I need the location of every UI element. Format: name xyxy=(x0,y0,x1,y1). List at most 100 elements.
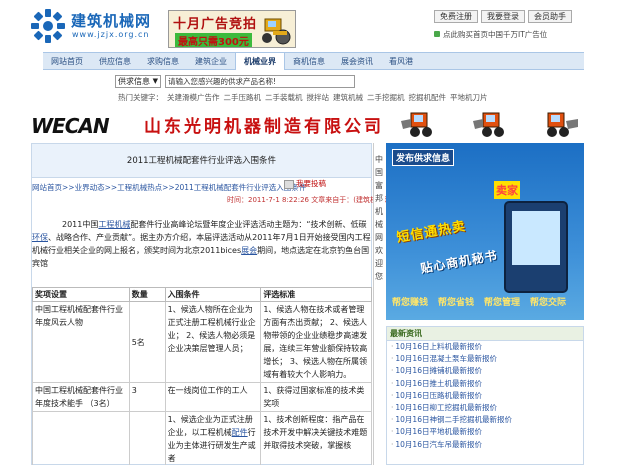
news-item[interactable]: · 10月16日摊铺机最新报价 xyxy=(387,365,583,377)
article-meta: 时间：2011-7-1 8:22:26 文章来自于：(建筑机械网) xyxy=(227,196,394,204)
hot-keywords: 热门关键字： 关建滑模广告作 二手压路机 二手装载机 搅拌站 建筑机械 二手挖掘机 挖掘机配件… xyxy=(118,92,492,103)
site-logo-icon[interactable] xyxy=(31,9,65,43)
article-body: 2011中国工程机械配套件行业高峰论坛暨年度企业评选活动主题为：“技术创新、低碳… xyxy=(32,218,372,270)
latest-news-panel: 最新资讯 · 10月16日上料机最新报价 · 10月16日混凝土泵车最新报价 · 10… xyxy=(386,326,584,465)
hotword-link[interactable]: 平地机刀片 xyxy=(450,93,488,102)
submit-article-label: 我要投稿 xyxy=(296,179,326,188)
news-item[interactable]: · 10月16日上料机最新报价 xyxy=(387,341,583,353)
benefit-text: 帮您管理 xyxy=(484,298,521,308)
ad-slogan: 短信通热卖 xyxy=(395,219,468,246)
company-name: 山东光明机器制造有限公司 xyxy=(144,117,384,137)
sms-promo-ad[interactable]: 发布供求信息 卖家 短信通热卖 贴心商机秘书 帮您赚钱 帮您省钱 帮您管理 帮您交际 xyxy=(386,143,584,320)
mobile-phone-icon xyxy=(504,201,568,293)
news-list: · 10月16日上料机最新报价 · 10月16日混凝土泵车最新报价 · 10月16日摊… xyxy=(387,341,583,451)
ad-subline: 最高只需300元 xyxy=(175,33,252,47)
search-category-value: 供求信息 xyxy=(118,77,150,86)
news-item-label: 10月16日压路机最新报价 xyxy=(395,390,482,400)
article-panel: 2011工程机械配套件行业评选入围条件 网站首页>>业界动态>>工程机械热点>>… xyxy=(31,143,394,465)
news-item[interactable]: · 10月16日平地机最新报价 xyxy=(387,426,583,438)
skid-loader-icon xyxy=(473,112,504,137)
login-button[interactable]: 我要登录 xyxy=(481,10,525,23)
hotword-link[interactable]: 二手挖掘机 xyxy=(367,93,405,102)
condition-cell: 1、候选企业为正式注册企业，以工程机械配件行业为主体进行研发生产或者 xyxy=(164,411,262,465)
hotword-link[interactable]: 关建滑模广告作 xyxy=(167,93,220,102)
breadcrumb[interactable]: 网站首页>>业界动态>>工程机械热点>>2011工程机械配套件行业评选入围条件 xyxy=(32,182,306,193)
bullet-icon: · xyxy=(391,427,394,437)
award-cell: 中国工程机械配套件行业年度风云人物 xyxy=(32,301,130,383)
news-item-label: 10月16日混凝土泵车最新报价 xyxy=(395,354,497,364)
hotword-link[interactable]: 建筑机械 xyxy=(333,93,363,102)
table-row: 中国工程机械配套件行业年度技术能手 （3名） 3 在一线岗位工作的工人 1、获得… xyxy=(32,382,372,412)
column-header: 评选标准 xyxy=(260,287,372,302)
news-item-label: 10月16日上料机最新报价 xyxy=(395,342,482,351)
promo-bullet-icon xyxy=(434,31,440,37)
company-ad-banner[interactable]: WECAN 山东光明机器制造有限公司 xyxy=(31,106,584,142)
keyword-link[interactable]: 展会 xyxy=(241,246,257,255)
nav-item-home[interactable]: 网站首页 xyxy=(43,53,91,70)
count-cell: 5名 xyxy=(128,301,166,383)
site-title[interactable]: 建筑机械网 xyxy=(71,10,151,31)
body-text: 配套件行业高峰论坛暨年度企业评选活动主题为：“技术创新、低碳 xyxy=(130,220,367,229)
road-roller-icon xyxy=(262,18,291,45)
nav-item-purchase[interactable]: 求购信息 xyxy=(139,53,187,70)
news-item[interactable]: · 10月16日柳工挖掘机最新报价 xyxy=(387,402,583,414)
site-url: www.jzjx.org.cn xyxy=(72,30,150,39)
hotword-link[interactable]: 二手压路机 xyxy=(224,93,262,102)
news-item-label: 10月16日推土机最新报价 xyxy=(395,378,482,388)
hotword-link[interactable]: 搅拌站 xyxy=(307,93,330,102)
member-assistant-button[interactable]: 会员助手 xyxy=(528,10,572,23)
hotwords-label: 热门关键字： xyxy=(118,93,163,102)
submit-icon xyxy=(284,179,294,189)
site-header: 建筑机械网 www.jzjx.org.cn 十月广告竞拍 最高只需300元 免费… xyxy=(0,0,640,52)
nav-item-industry[interactable]: 机械业界 xyxy=(235,53,285,70)
bullet-icon: · xyxy=(391,415,394,425)
account-buttons: 免费注册 我要登录 会员助手 xyxy=(434,10,575,23)
standard-cell: 1、获得过国家标准的技术类奖项 xyxy=(260,382,372,412)
standard-cell: 1、技术创新程度：指产品在技术开发中解决关键技术难题并取得技术突破，掌握核 xyxy=(260,411,372,465)
search-category-select[interactable]: 供求信息 ▼ xyxy=(115,75,161,88)
promo-text: 点此购买首页中国千万IT广告位 xyxy=(443,30,548,39)
seller-badge: 卖家 xyxy=(494,181,520,199)
keyword-link[interactable]: 配件 xyxy=(232,428,248,437)
news-item[interactable]: · 10月16日压路机最新报价 xyxy=(387,390,583,402)
news-item[interactable]: · 10月16日汽车吊最新报价 xyxy=(387,439,583,451)
skid-loader-icon xyxy=(401,112,432,137)
column-header: 奖项设置 xyxy=(32,287,130,302)
chevron-down-icon: ▼ xyxy=(152,77,158,85)
bullet-icon: · xyxy=(391,378,394,388)
nav-item-companies[interactable]: 建筑企业 xyxy=(187,53,235,70)
register-button[interactable]: 免费注册 xyxy=(434,10,478,23)
publish-info-badge: 发布供求信息 xyxy=(392,149,455,166)
nav-item-exhibitions[interactable]: 展会资讯 xyxy=(333,53,381,70)
count-cell: 3 xyxy=(128,382,166,412)
news-item-label: 10月16日平地机最新报价 xyxy=(395,427,482,437)
ad-slot-promo-link[interactable]: 点此购买首页中国千万IT广告位 xyxy=(434,29,547,40)
nav-item-business[interactable]: 商机信息 xyxy=(285,53,333,70)
hotword-link[interactable]: 二手装载机 xyxy=(265,93,303,102)
condition-cell: 在一线岗位工作的工人 xyxy=(164,382,262,412)
news-item[interactable]: · 10月16日神钢二手挖掘机最新报价 xyxy=(387,414,583,426)
benefit-text: 帮您交际 xyxy=(530,298,567,308)
wecan-logo: WECAN xyxy=(31,114,110,138)
news-item-label: 10月16日汽车吊最新报价 xyxy=(395,439,482,449)
ad-footer-benefits: 帮您赚钱 帮您省钱 帮您管理 帮您交际 xyxy=(392,295,580,308)
table-row: 中国工程机械配套件行业年度风云人物 5名 1、候选人物所在企业为正式注册工程机械… xyxy=(32,301,372,383)
ad-slogan: 贴心商机秘书 xyxy=(419,248,499,276)
nav-item-supply[interactable]: 供应信息 xyxy=(91,53,139,70)
bullet-icon: · xyxy=(391,342,394,351)
nav-item-harbor[interactable]: 看风港 xyxy=(381,53,421,70)
phone-screen xyxy=(512,211,560,265)
bullet-icon: · xyxy=(391,354,394,364)
search-input[interactable]: 请输入您感兴趣的供求产品名称! xyxy=(165,75,355,88)
main-nav: 网站首页 供应信息 求购信息 建筑企业 机械业界 商机信息 展会资讯 看风港 xyxy=(43,52,584,70)
news-item[interactable]: · 10月16日混凝土泵车最新报价 xyxy=(387,353,583,365)
bullet-icon: · xyxy=(391,439,394,449)
auction-ad-banner[interactable]: 十月广告竞拍 最高只需300元 xyxy=(168,10,296,48)
keyword-link[interactable]: 工程机械 xyxy=(98,220,130,229)
condition-cell: 1、候选人物所在企业为正式注册工程机械行业企业； 2、候选人物必须是企业决策层管… xyxy=(164,301,262,383)
hotword-link[interactable]: 挖掘机配件 xyxy=(409,93,447,102)
news-item[interactable]: · 10月16日推土机最新报价 xyxy=(387,378,583,390)
submit-article-button[interactable]: 我要投稿 xyxy=(284,178,326,189)
keyword-link[interactable]: 环保 xyxy=(32,233,48,242)
standard-cell: 1、候选人物在技术或者管理方面有杰出贡献； 2、候选人物带领的企业业绩稳步高速发… xyxy=(260,301,372,383)
